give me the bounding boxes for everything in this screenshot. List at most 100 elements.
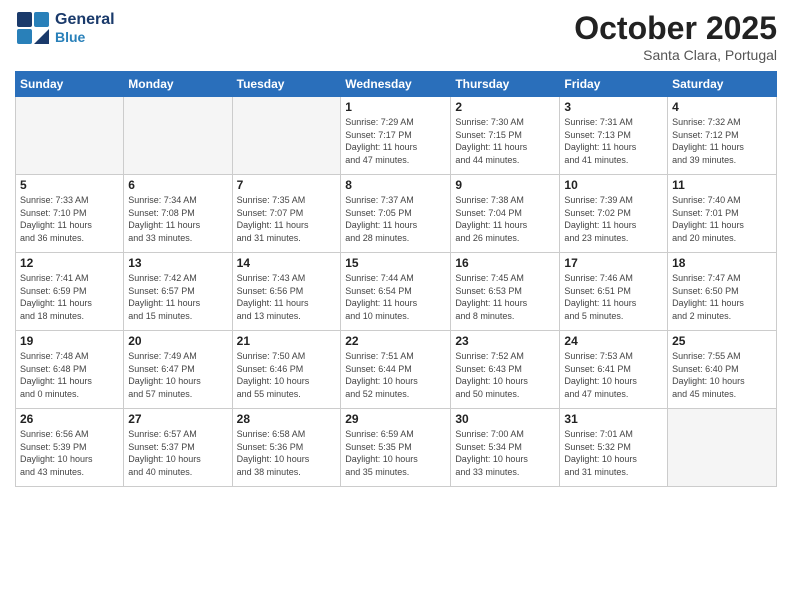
day-number: 21 — [237, 334, 337, 348]
calendar-cell: 11 Sunrise: 7:40 AM Sunset: 7:01 PM Dayli… — [668, 175, 777, 253]
calendar-cell: 13Sunrise: 7:42 AM Sunset: 6:57 PM Dayli… — [124, 253, 232, 331]
calendar-cell: 21 Sunrise: 7:50 AM Sunset: 6:46 PM Dayli… — [232, 331, 341, 409]
weekday-header-sunday: Sunday — [16, 72, 124, 97]
day-info: Sunrise: 6:58 AM Sunset: 5:36 PM Dayligh… — [237, 428, 337, 478]
day-number: 5 — [20, 178, 119, 192]
calendar-cell: 6Sunrise: 7:34 AM Sunset: 7:08 PM Daylig… — [124, 175, 232, 253]
day-info: Sunrise: 7:53 AM Sunset: 6:41 PM Dayligh… — [564, 350, 663, 400]
calendar-cell — [232, 97, 341, 175]
day-number: 29 — [345, 412, 446, 426]
day-info: Sunrise: 7:47 AM Sunset: 6:50 PM Dayligh… — [672, 272, 772, 322]
title-section: October 2025 Santa Clara, Portugal — [574, 10, 777, 63]
weekday-header-monday: Monday — [124, 72, 232, 97]
calendar-cell: 4 Sunrise: 7:32 AM Sunset: 7:12 PM Daylig… — [668, 97, 777, 175]
day-number: 24 — [564, 334, 663, 348]
day-number: 12 — [20, 256, 119, 270]
calendar-cell: 7 Sunrise: 7:35 AM Sunset: 7:07 PM Daylig… — [232, 175, 341, 253]
day-number: 22 — [345, 334, 446, 348]
calendar-cell: 29 Sunrise: 6:59 AM Sunset: 5:35 PM Dayli… — [341, 409, 451, 487]
day-info: Sunrise: 7:46 AM Sunset: 6:51 PM Dayligh… — [564, 272, 663, 322]
day-number: 31 — [564, 412, 663, 426]
day-info: Sunrise: 7:48 AM Sunset: 6:48 PM Dayligh… — [20, 350, 119, 400]
day-info: Sunrise: 7:51 AM Sunset: 6:44 PM Dayligh… — [345, 350, 446, 400]
calendar-cell: 8 Sunrise: 7:37 AM Sunset: 7:05 PM Daylig… — [341, 175, 451, 253]
calendar-cell: 16 Sunrise: 7:45 AM Sunset: 6:53 PM Dayli… — [451, 253, 560, 331]
location-subtitle: Santa Clara, Portugal — [574, 47, 777, 63]
weekday-header-thursday: Thursday — [451, 72, 560, 97]
day-number: 28 — [237, 412, 337, 426]
day-number: 15 — [345, 256, 446, 270]
day-info: Sunrise: 7:29 AM Sunset: 7:17 PM Dayligh… — [345, 116, 446, 166]
calendar-cell: 28 Sunrise: 6:58 AM Sunset: 5:36 PM Dayli… — [232, 409, 341, 487]
day-info: Sunrise: 7:37 AM Sunset: 7:05 PM Dayligh… — [345, 194, 446, 244]
page: General Blue October 2025 Santa Clara, P… — [0, 0, 792, 612]
calendar-cell: 24 Sunrise: 7:53 AM Sunset: 6:41 PM Dayli… — [560, 331, 668, 409]
weekday-header-friday: Friday — [560, 72, 668, 97]
calendar-week-row: 1 Sunrise: 7:29 AM Sunset: 7:17 PM Daylig… — [16, 97, 777, 175]
logo-text-blue: Blue — [55, 29, 115, 45]
day-info: Sunrise: 7:33 AM Sunset: 7:10 PM Dayligh… — [20, 194, 119, 244]
day-info: Sunrise: 6:57 AM Sunset: 5:37 PM Dayligh… — [128, 428, 227, 478]
day-info: Sunrise: 6:59 AM Sunset: 5:35 PM Dayligh… — [345, 428, 446, 478]
calendar-cell: 18 Sunrise: 7:47 AM Sunset: 6:50 PM Dayli… — [668, 253, 777, 331]
calendar-cell: 31Sunrise: 7:01 AM Sunset: 5:32 PM Dayli… — [560, 409, 668, 487]
day-number: 3 — [564, 100, 663, 114]
calendar-cell: 9 Sunrise: 7:38 AM Sunset: 7:04 PM Daylig… — [451, 175, 560, 253]
day-info: Sunrise: 7:35 AM Sunset: 7:07 PM Dayligh… — [237, 194, 337, 244]
header: General Blue October 2025 Santa Clara, P… — [15, 10, 777, 63]
day-info: Sunrise: 7:44 AM Sunset: 6:54 PM Dayligh… — [345, 272, 446, 322]
day-number: 18 — [672, 256, 772, 270]
calendar-cell: 2 Sunrise: 7:30 AM Sunset: 7:15 PM Daylig… — [451, 97, 560, 175]
day-number: 19 — [20, 334, 119, 348]
day-info: Sunrise: 6:56 AM Sunset: 5:39 PM Dayligh… — [20, 428, 119, 478]
calendar-cell: 17 Sunrise: 7:46 AM Sunset: 6:51 PM Dayli… — [560, 253, 668, 331]
calendar-week-row: 26Sunrise: 6:56 AM Sunset: 5:39 PM Dayli… — [16, 409, 777, 487]
day-info: Sunrise: 7:41 AM Sunset: 6:59 PM Dayligh… — [20, 272, 119, 322]
calendar-cell: 14Sunrise: 7:43 AM Sunset: 6:56 PM Dayli… — [232, 253, 341, 331]
day-info: Sunrise: 7:52 AM Sunset: 6:43 PM Dayligh… — [455, 350, 555, 400]
day-number: 30 — [455, 412, 555, 426]
day-info: Sunrise: 7:40 AM Sunset: 7:01 PM Dayligh… — [672, 194, 772, 244]
day-number: 1 — [345, 100, 446, 114]
day-info: Sunrise: 7:49 AM Sunset: 6:47 PM Dayligh… — [128, 350, 227, 400]
day-info: Sunrise: 7:31 AM Sunset: 7:13 PM Dayligh… — [564, 116, 663, 166]
calendar-cell: 3 Sunrise: 7:31 AM Sunset: 7:13 PM Daylig… — [560, 97, 668, 175]
calendar-cell: 30 Sunrise: 7:00 AM Sunset: 5:34 PM Dayli… — [451, 409, 560, 487]
day-info: Sunrise: 7:00 AM Sunset: 5:34 PM Dayligh… — [455, 428, 555, 478]
day-number: 8 — [345, 178, 446, 192]
day-number: 9 — [455, 178, 555, 192]
calendar-cell: 26Sunrise: 6:56 AM Sunset: 5:39 PM Dayli… — [16, 409, 124, 487]
day-info: Sunrise: 7:55 AM Sunset: 6:40 PM Dayligh… — [672, 350, 772, 400]
calendar-cell: 25 Sunrise: 7:55 AM Sunset: 6:40 PM Dayli… — [668, 331, 777, 409]
calendar-cell: 19 Sunrise: 7:48 AM Sunset: 6:48 PM Dayli… — [16, 331, 124, 409]
day-info: Sunrise: 7:50 AM Sunset: 6:46 PM Dayligh… — [237, 350, 337, 400]
day-info: Sunrise: 7:30 AM Sunset: 7:15 PM Dayligh… — [455, 116, 555, 166]
day-number: 25 — [672, 334, 772, 348]
day-info: Sunrise: 7:32 AM Sunset: 7:12 PM Dayligh… — [672, 116, 772, 166]
calendar-cell: 10Sunrise: 7:39 AM Sunset: 7:02 PM Dayli… — [560, 175, 668, 253]
calendar-cell: 27 Sunrise: 6:57 AM Sunset: 5:37 PM Dayli… — [124, 409, 232, 487]
weekday-header-tuesday: Tuesday — [232, 72, 341, 97]
day-info: Sunrise: 7:45 AM Sunset: 6:53 PM Dayligh… — [455, 272, 555, 322]
day-info: Sunrise: 7:43 AM Sunset: 6:56 PM Dayligh… — [237, 272, 337, 322]
day-number: 2 — [455, 100, 555, 114]
day-number: 17 — [564, 256, 663, 270]
day-number: 16 — [455, 256, 555, 270]
day-info: Sunrise: 7:39 AM Sunset: 7:02 PM Dayligh… — [564, 194, 663, 244]
calendar-cell — [668, 409, 777, 487]
day-number: 27 — [128, 412, 227, 426]
logo: General Blue — [15, 10, 115, 46]
day-number: 4 — [672, 100, 772, 114]
day-info: Sunrise: 7:38 AM Sunset: 7:04 PM Dayligh… — [455, 194, 555, 244]
weekday-header-saturday: Saturday — [668, 72, 777, 97]
logo-text-general: General — [55, 11, 115, 29]
calendar-cell: 23Sunrise: 7:52 AM Sunset: 6:43 PM Dayli… — [451, 331, 560, 409]
weekday-header-row: SundayMondayTuesdayWednesdayThursdayFrid… — [16, 72, 777, 97]
calendar-cell: 1 Sunrise: 7:29 AM Sunset: 7:17 PM Daylig… — [341, 97, 451, 175]
day-number: 20 — [128, 334, 227, 348]
day-number: 7 — [237, 178, 337, 192]
month-year-title: October 2025 — [574, 10, 777, 47]
calendar-cell: 15 Sunrise: 7:44 AM Sunset: 6:54 PM Dayli… — [341, 253, 451, 331]
day-info: Sunrise: 7:34 AM Sunset: 7:08 PM Dayligh… — [128, 194, 227, 244]
day-number: 11 — [672, 178, 772, 192]
